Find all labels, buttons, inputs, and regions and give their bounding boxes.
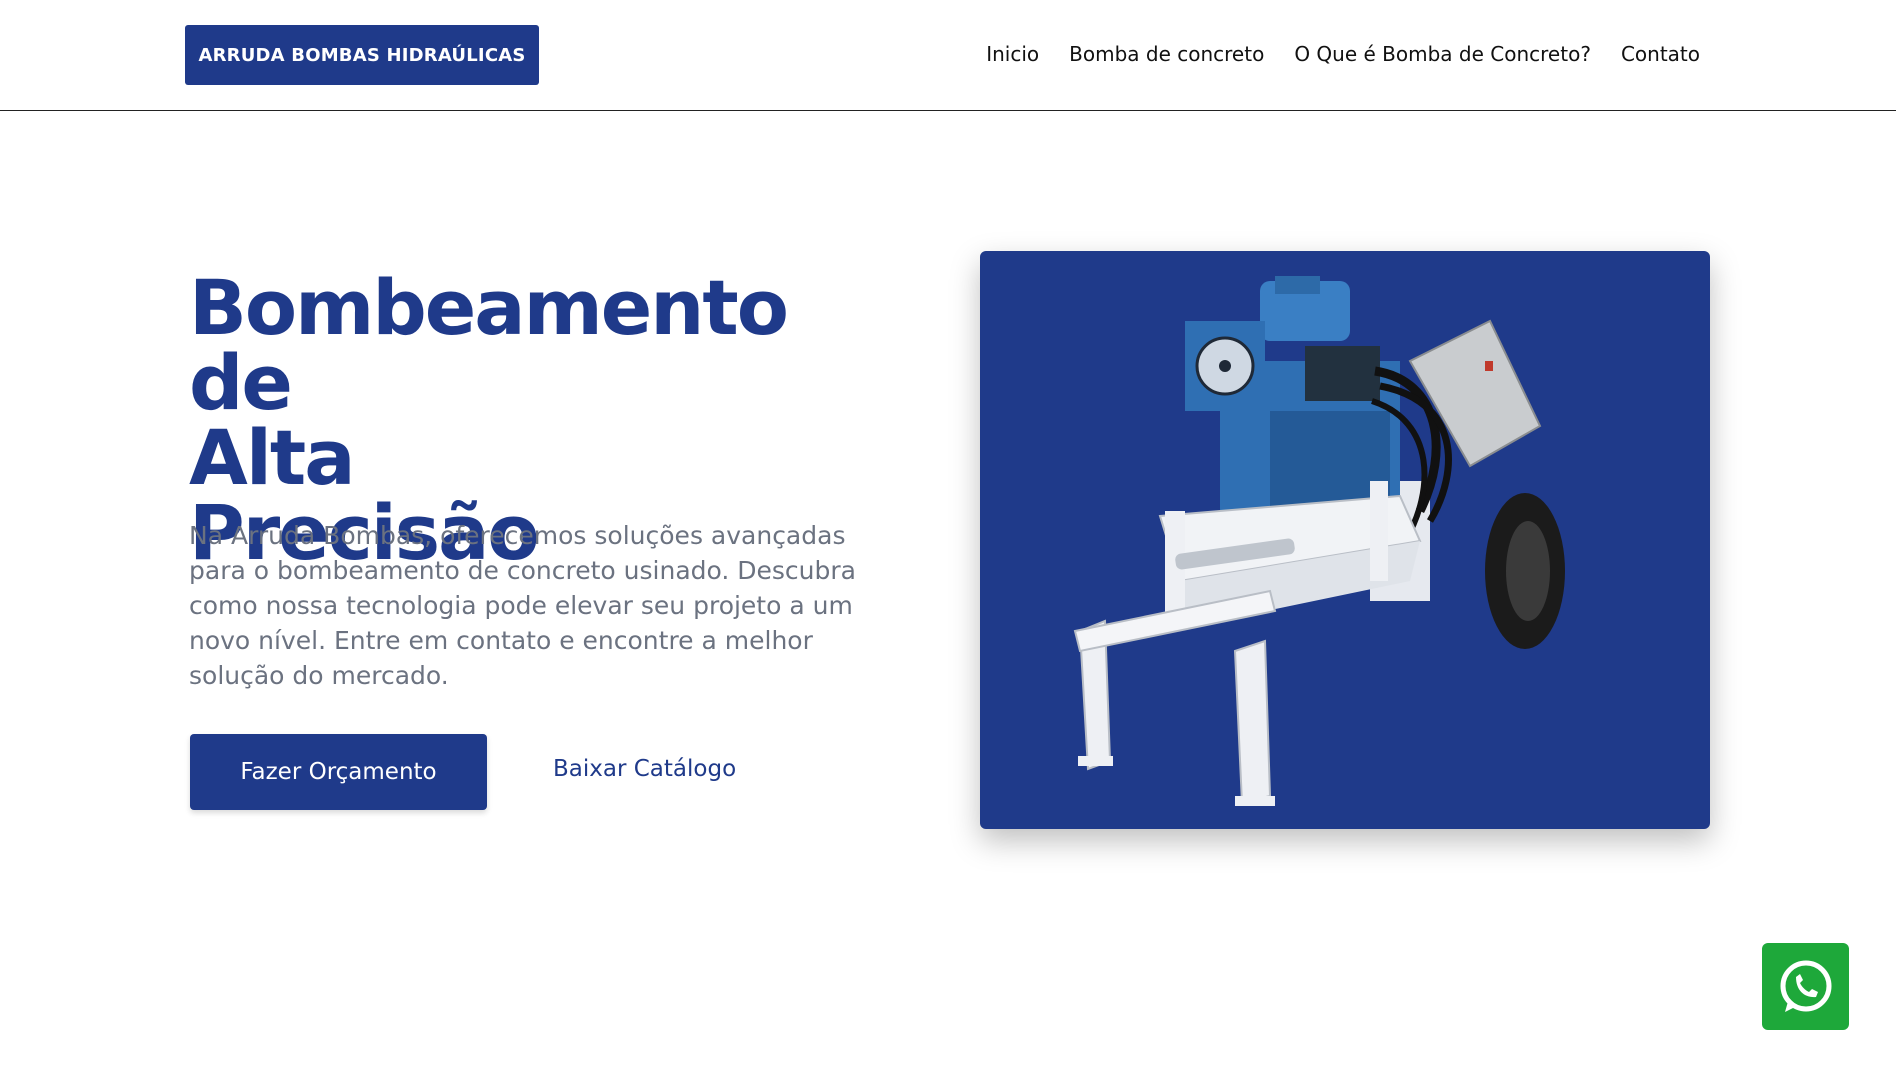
panel-indicator: [1485, 361, 1493, 371]
brand-logo-button[interactable]: ARRUDA BOMBAS HIDRAÚLICAS: [185, 25, 539, 85]
whatsapp-icon: [1780, 960, 1831, 1012]
product-image-card: [980, 251, 1710, 829]
leg-foot: [1078, 756, 1113, 766]
chassis-post: [1370, 481, 1388, 581]
hero-title-line: Alta: [189, 413, 355, 502]
valve-block: [1305, 346, 1380, 401]
quote-button[interactable]: Fazer Orçamento: [190, 734, 487, 810]
leg-foot: [1235, 796, 1275, 806]
fan-center: [1219, 360, 1231, 372]
hero-title-line: Bombeamento de: [189, 263, 789, 427]
whatsapp-button[interactable]: [1762, 943, 1849, 1030]
main-nav: Inicio Bomba de concreto O Que é Bomba d…: [986, 42, 1700, 66]
nav-item-inicio[interactable]: Inicio: [986, 42, 1039, 66]
concrete-pump-image: [1073, 276, 1565, 806]
control-panel-box: [1408, 319, 1542, 468]
motor-cap: [1275, 276, 1320, 294]
pump-wheel-hub: [1506, 521, 1550, 621]
download-catalog-link[interactable]: Baixar Catálogo: [553, 756, 736, 782]
site-header: ARRUDA BOMBAS HIDRAÚLICAS Inicio Bomba d…: [0, 0, 1896, 111]
nav-item-contato[interactable]: Contato: [1621, 42, 1700, 66]
hero-description: Na Arruda Bombas, oferecemos soluções av…: [189, 521, 856, 690]
nav-item-o-que-e[interactable]: O Que é Bomba de Concreto?: [1294, 42, 1591, 66]
support-leg: [1233, 639, 1272, 805]
nav-item-bomba-de-concreto[interactable]: Bomba de concreto: [1069, 42, 1264, 66]
